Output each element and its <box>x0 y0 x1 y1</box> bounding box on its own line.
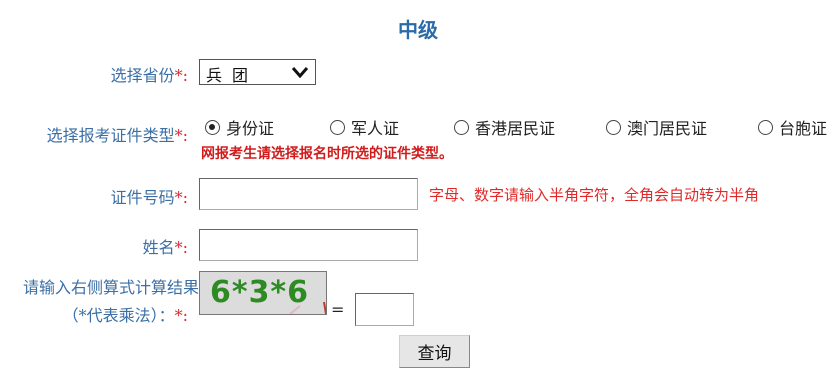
id-type-note: 网报考生请选择报名时所选的证件类型。 <box>201 146 453 162</box>
radio-checked-icon <box>205 119 220 135</box>
province-label: 选择省份*: <box>111 62 188 86</box>
captcha-answer-input[interactable] <box>355 293 414 326</box>
name-label: 姓名*: <box>143 234 188 258</box>
province-select[interactable]: 兵团 <box>199 59 316 85</box>
captcha-label-line1: 请输入右侧算式计算结果 <box>22 278 199 297</box>
radio-label: 军人证 <box>351 119 400 138</box>
radio-label: 香港居民证 <box>475 119 556 138</box>
page-title: 中级 <box>398 18 438 42</box>
id-type-label-text: 选择报考证件类型 <box>46 126 175 145</box>
required-mark: *: <box>174 126 188 145</box>
province-select-value: 兵团 <box>206 66 259 85</box>
name-label-text: 姓名 <box>142 238 175 257</box>
radio-label: 台胞证 <box>779 119 828 138</box>
captcha-image[interactable]: 6*3*6 <box>199 271 327 315</box>
radio-label: 澳门居民证 <box>627 119 708 138</box>
radio-macau-id[interactable]: 澳门居民证 <box>606 115 707 139</box>
province-label-text: 选择省份 <box>110 66 175 85</box>
captcha-label-line2: （*代表乘法）：*: <box>63 302 188 326</box>
required-mark: *: <box>174 238 188 257</box>
chevron-down-icon <box>291 67 309 78</box>
id-type-label: 选择报考证件类型*: <box>47 122 188 146</box>
radio-unchecked-icon <box>758 119 773 135</box>
radio-hongkong-id[interactable]: 香港居民证 <box>454 115 555 139</box>
radio-unchecked-icon <box>606 119 621 135</box>
required-mark: *: <box>174 66 188 85</box>
equals-sign: = <box>331 300 345 319</box>
id-number-input[interactable] <box>199 178 418 210</box>
id-number-hint: 字母、数字请输入半角字符，全角会自动转为半角 <box>429 186 760 204</box>
radio-unchecked-icon <box>330 119 345 135</box>
id-number-label: 证件号码*: <box>111 184 188 208</box>
required-mark: *: <box>174 306 188 325</box>
required-mark: *: <box>174 188 188 207</box>
id-number-label-text: 证件号码 <box>110 188 175 207</box>
captcha-noise-icon <box>289 301 326 314</box>
query-button[interactable]: 查询 <box>399 335 470 368</box>
radio-unchecked-icon <box>454 119 469 135</box>
captcha-label-text: （*代表乘法）： <box>62 306 175 325</box>
radio-military-id[interactable]: 军人证 <box>330 115 399 139</box>
radio-id-card[interactable]: 身份证 <box>205 115 274 139</box>
radio-label: 身份证 <box>226 119 275 138</box>
radio-taiwan-id[interactable]: 台胞证 <box>758 115 827 139</box>
name-input[interactable] <box>199 229 418 261</box>
